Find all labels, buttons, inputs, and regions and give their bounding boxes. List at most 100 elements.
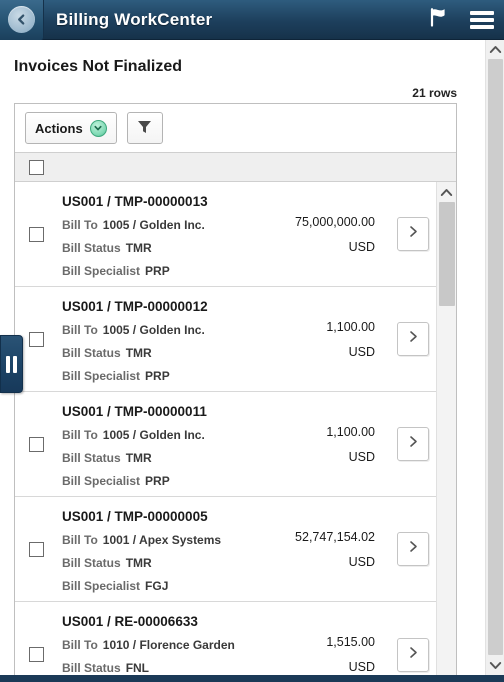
bill-status-label: Bill Status	[62, 241, 121, 255]
bill-to-value: 1005 / Golden Inc.	[102, 428, 205, 442]
table-row[interactable]: US001 / RE-00006633 Bill To 1010 / Floren…	[15, 602, 437, 682]
filter-button[interactable]	[126, 112, 163, 144]
chevron-right-icon	[408, 225, 419, 243]
row-details: US001 / TMP-00000005 Bill To 1001 / Apex …	[44, 497, 437, 601]
row-details: US001 / TMP-00000012 Bill To 1005 / Golde…	[44, 287, 437, 391]
invoice-amount: 75,000,000.00	[295, 214, 375, 229]
select-all-checkbox[interactable]	[29, 159, 44, 175]
bill-specialist-label: Bill Specialist	[62, 369, 141, 383]
row-amount-block: 1,515.00 USD	[235, 602, 375, 682]
invoice-currency: USD	[348, 344, 375, 359]
hamburger-menu-icon	[470, 8, 494, 32]
bill-to-value: 1005 / Golden Inc.	[102, 218, 205, 232]
chevron-right-icon	[408, 435, 419, 453]
page-scroll-up-button[interactable]	[486, 40, 504, 59]
bill-specialist-value: PRP	[145, 474, 170, 488]
chevron-right-icon	[408, 540, 419, 558]
bill-status-value: FNL	[125, 661, 150, 675]
chevron-left-icon	[8, 6, 35, 33]
bill-specialist-value: PRP	[145, 369, 170, 383]
invoice-currency: USD	[348, 660, 375, 674]
page-title: Invoices Not Finalized	[14, 58, 183, 75]
flag-button[interactable]	[416, 0, 460, 40]
app-title: Billing WorkCenter	[56, 9, 213, 29]
invoice-amount: 1,100.00	[326, 424, 375, 439]
table-row[interactable]: US001 / TMP-00000013 Bill To 1005 / Golde…	[15, 182, 437, 287]
grid-header-row	[15, 153, 456, 182]
bill-to-value: 1001 / Apex Systems	[102, 533, 222, 547]
row-amount-block: 52,747,154.02 USD	[235, 497, 375, 601]
chevron-right-icon	[408, 646, 419, 664]
bill-status-label: Bill Status	[62, 661, 121, 675]
bill-status-label: Bill Status	[62, 556, 121, 570]
row-detail-button[interactable]	[397, 217, 429, 251]
row-count-label: 21 rows	[412, 86, 457, 100]
invoice-row-list: US001 / TMP-00000013 Bill To 1005 / Golde…	[15, 182, 437, 682]
pause-collapse-handle-icon	[6, 355, 10, 373]
row-amount-block: 1,100.00 USD	[235, 392, 375, 496]
grid-toolbar: Actions	[15, 104, 456, 153]
row-details: US001 / TMP-00000011 Bill To 1005 / Golde…	[44, 392, 437, 496]
bill-specialist-label: Bill Specialist	[62, 264, 141, 278]
page-scroll-down-button[interactable]	[486, 656, 504, 675]
row-select-checkbox[interactable]	[29, 647, 44, 662]
bottom-status-bar	[0, 675, 504, 682]
bill-status-value: TMR	[125, 241, 152, 255]
row-details: US001 / TMP-00000013 Bill To 1005 / Golde…	[44, 182, 437, 286]
list-scrollbar[interactable]	[436, 182, 456, 682]
row-select-checkbox[interactable]	[29, 331, 44, 347]
bill-status-value: TMR	[125, 451, 152, 465]
bill-status-value: TMR	[125, 556, 152, 570]
bill-to-value: 1010 / Florence Garden	[102, 638, 235, 652]
invoice-amount: 1,515.00	[326, 635, 375, 649]
bill-to-label: Bill To	[62, 323, 98, 337]
list-scrollbar-thumb[interactable]	[439, 202, 455, 306]
funnel-filter-icon	[136, 118, 153, 138]
bill-specialist-value: PRP	[145, 264, 170, 278]
row-select-checkbox[interactable]	[29, 541, 44, 557]
actions-button-label: Actions	[35, 120, 83, 136]
bill-status-label: Bill Status	[62, 346, 121, 360]
chevron-down-circle-icon	[89, 119, 107, 137]
list-scroll-up-button[interactable]	[437, 182, 456, 202]
row-select-checkbox[interactable]	[29, 436, 44, 452]
invoice-currency: USD	[348, 449, 375, 464]
sidebar-collapse-handle[interactable]	[0, 335, 23, 393]
billing-workcenter-app: Billing WorkCenter Invoices Not Finalize…	[0, 0, 504, 682]
bill-to-label: Bill To	[62, 638, 98, 652]
bill-to-label: Bill To	[62, 533, 98, 547]
row-amount-block: 75,000,000.00 USD	[235, 182, 375, 286]
row-select-checkbox[interactable]	[29, 226, 44, 242]
invoices-grid: Actions US001 / TMP-00000013 Bill To 100…	[14, 103, 457, 682]
table-row[interactable]: US001 / TMP-00000011 Bill To 1005 / Golde…	[15, 392, 437, 497]
invoice-currency: USD	[348, 554, 375, 569]
table-row[interactable]: US001 / TMP-00000012 Bill To 1005 / Golde…	[15, 287, 437, 392]
row-detail-button[interactable]	[397, 637, 429, 672]
bill-status-value: TMR	[125, 346, 152, 360]
page-scrollbar-thumb[interactable]	[488, 59, 503, 655]
page-scrollbar[interactable]	[485, 40, 504, 675]
pause-collapse-handle-icon	[13, 355, 17, 373]
bill-to-label: Bill To	[62, 218, 98, 232]
bill-to-label: Bill To	[62, 428, 98, 442]
bill-specialist-label: Bill Specialist	[62, 474, 141, 488]
row-detail-button[interactable]	[397, 532, 429, 566]
bill-specialist-label: Bill Specialist	[62, 579, 141, 593]
row-detail-button[interactable]	[397, 322, 429, 356]
invoice-currency: USD	[348, 239, 375, 254]
top-navigation-bar: Billing WorkCenter	[0, 0, 504, 40]
row-detail-button[interactable]	[397, 427, 429, 461]
invoice-amount: 1,100.00	[326, 319, 375, 334]
row-amount-block: 1,100.00 USD	[235, 287, 375, 391]
back-button[interactable]	[0, 0, 44, 40]
flag-icon	[427, 6, 449, 33]
table-row[interactable]: US001 / TMP-00000005 Bill To 1001 / Apex …	[15, 497, 437, 602]
page-content: Invoices Not Finalized 21 rows Actions U…	[0, 40, 485, 682]
chevron-right-icon	[408, 330, 419, 348]
row-details: US001 / RE-00006633 Bill To 1010 / Floren…	[44, 602, 437, 682]
bill-specialist-value: FGJ	[145, 579, 169, 593]
actions-button[interactable]: Actions	[25, 112, 117, 144]
rows-viewport: US001 / TMP-00000013 Bill To 1005 / Golde…	[15, 182, 456, 682]
main-menu-button[interactable]	[460, 0, 504, 40]
page-body: Invoices Not Finalized 21 rows Actions U…	[0, 40, 504, 682]
